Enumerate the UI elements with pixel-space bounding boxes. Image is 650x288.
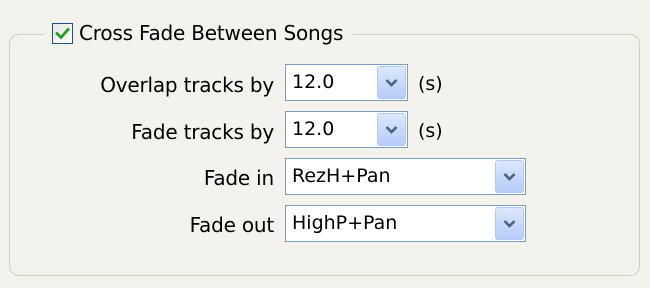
fade-combo[interactable]: 12.0 bbox=[285, 111, 408, 148]
chevron-down-icon bbox=[385, 125, 398, 134]
fade-label: Fade tracks by bbox=[131, 120, 274, 144]
crossfade-label[interactable]: Cross Fade Between Songs bbox=[79, 21, 343, 45]
fade-out-value: HighP+Pan bbox=[292, 212, 398, 234]
fade-dropdown-button[interactable] bbox=[377, 113, 406, 146]
crossfade-checkbox[interactable] bbox=[52, 22, 73, 44]
fade-in-value: RezH+Pan bbox=[292, 165, 391, 187]
overlap-label: Overlap tracks by bbox=[100, 73, 274, 97]
check-icon bbox=[55, 27, 70, 40]
fade-out-dropdown-button[interactable] bbox=[495, 207, 524, 240]
fade-unit: (s) bbox=[418, 120, 443, 142]
fade-out-combo[interactable]: HighP+Pan bbox=[285, 205, 526, 242]
chevron-down-icon bbox=[385, 78, 398, 87]
fade-out-label: Fade out bbox=[189, 213, 275, 237]
fade-value: 12.0 bbox=[292, 118, 335, 140]
fade-in-label: Fade in bbox=[203, 166, 274, 190]
overlap-unit: (s) bbox=[418, 73, 443, 95]
overlap-value: 12.0 bbox=[292, 71, 335, 93]
overlap-combo[interactable]: 12.0 bbox=[285, 64, 408, 101]
chevron-down-icon bbox=[503, 172, 516, 181]
chevron-down-icon bbox=[503, 219, 516, 228]
fade-in-dropdown-button[interactable] bbox=[495, 160, 524, 193]
overlap-dropdown-button[interactable] bbox=[377, 66, 406, 99]
crossfade-legend: Cross Fade Between Songs bbox=[44, 18, 354, 48]
fade-in-combo[interactable]: RezH+Pan bbox=[285, 158, 526, 195]
